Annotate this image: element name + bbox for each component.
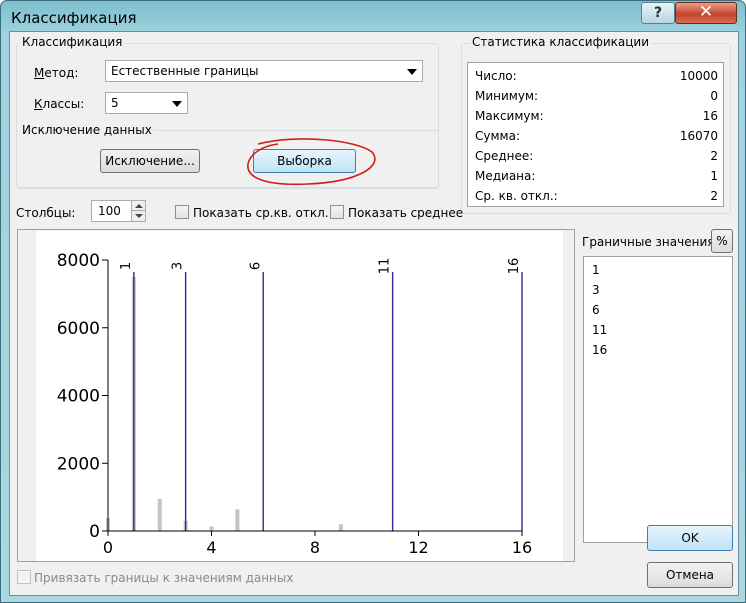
classes-label: Классы: (34, 97, 85, 111)
boundaries-label: Граничные значения (582, 235, 715, 249)
stat-label: Максимум: (475, 109, 544, 123)
x-tick-label: 12 (408, 538, 428, 557)
histogram-panel: 1 3 6 11 16 0 2000 4000 6000 8000 0 4 8 12 16 (17, 229, 575, 562)
boundary-item[interactable]: 3 (592, 283, 600, 297)
y-tick-label: 2000 (57, 454, 100, 474)
break-line-label: 1 (119, 262, 134, 270)
x-tick-label: 4 (206, 538, 216, 557)
percent-button[interactable]: % (711, 229, 733, 253)
stats-box: Число: 10000 Минимум: 0 Максимум: 16 Сумма:… (467, 62, 724, 207)
method-label-text: етод: (44, 66, 79, 80)
exclusion-button[interactable]: Исключение... (100, 149, 200, 173)
classes-value: 5 (111, 96, 119, 110)
stat-label: Сумма: (475, 129, 520, 143)
stat-row: Число: 10000 (475, 69, 718, 89)
stat-row: Сумма: 16070 (475, 129, 718, 149)
classification-group-title: Классификация (20, 35, 125, 49)
plot-background (36, 231, 563, 561)
histogram-chart: 1 3 6 11 16 0 2000 4000 6000 8000 0 4 8 12 16 (36, 231, 563, 561)
stat-row: Ср. кв. откл.: 2 (475, 189, 718, 209)
stat-label: Среднее: (475, 149, 534, 163)
histogram-bar (209, 526, 214, 531)
boundary-item[interactable]: 1 (592, 263, 600, 277)
stat-value: 2 (710, 189, 718, 203)
stat-value: 10000 (679, 69, 718, 83)
show-std-checkbox[interactable] (175, 205, 189, 219)
method-value: Естественные границы (111, 64, 259, 78)
histogram-bar (338, 524, 343, 531)
break-line-label: 11 (378, 258, 393, 275)
show-std-label[interactable]: Показать ср.кв. откл. (193, 206, 329, 220)
dialog-window: Классификация ? ✕ Классификация Метод: Е… (0, 0, 746, 603)
stat-row: Максимум: 16 (475, 109, 718, 129)
stat-value: 16 (702, 109, 718, 123)
dialog-client-area: Классификация Метод: Естественные границ… (9, 31, 739, 596)
x-tick-label: 16 (512, 538, 532, 557)
stat-label: Медиана: (475, 169, 536, 183)
chevron-down-icon (135, 214, 143, 218)
snap-checkbox[interactable] (17, 570, 31, 584)
columns-value: 100 (98, 204, 121, 218)
stat-value: 16070 (679, 129, 718, 143)
chevron-down-icon (172, 101, 182, 107)
histogram-bar (235, 509, 240, 531)
stat-row: Среднее: 2 (475, 149, 718, 169)
red-circle-annotation (247, 138, 376, 186)
boundary-item[interactable]: 6 (592, 303, 600, 317)
chevron-down-icon (407, 69, 417, 75)
y-tick-label: 0 (89, 522, 100, 542)
exclusion-group-title: Исключение данных (20, 123, 154, 137)
stats-group-title: Статистика классификации (470, 35, 652, 49)
spin-down-button[interactable] (131, 211, 145, 221)
window-title: Классификация (11, 9, 137, 27)
snap-label: Привязать границы к значениям данных (34, 571, 294, 585)
ok-button[interactable]: OK (647, 525, 733, 551)
show-mean-label[interactable]: Показать среднее (348, 206, 463, 220)
stat-value: 1 (710, 169, 718, 183)
y-tick-label: 4000 (57, 387, 100, 407)
boundaries-list[interactable]: 1 3 6 11 16 (583, 256, 733, 543)
y-tick-label: 8000 (57, 251, 100, 271)
stat-row: Медиана: 1 (475, 169, 718, 189)
columns-label: Столбцы: (16, 206, 76, 220)
boundary-item[interactable]: 16 (592, 343, 607, 357)
break-line-label: 6 (248, 262, 263, 270)
histogram-bar (157, 498, 162, 531)
stat-label: Минимум: (475, 89, 539, 103)
help-button[interactable]: ? (641, 2, 675, 24)
stat-label: Ср. кв. откл.: (475, 189, 558, 203)
close-button[interactable]: ✕ (675, 2, 737, 24)
classes-label-text: лассы: (42, 97, 85, 111)
break-line-label: 16 (507, 258, 522, 275)
classes-dropdown[interactable]: 5 (105, 92, 188, 114)
x-tick-label: 0 (103, 538, 113, 557)
columns-spinner[interactable]: 100 (91, 200, 146, 222)
stat-value: 2 (710, 149, 718, 163)
stat-row: Минимум: 0 (475, 89, 718, 109)
stat-value: 0 (710, 89, 718, 103)
cancel-button[interactable]: Отмена (647, 562, 733, 588)
x-tick-label: 8 (310, 538, 320, 557)
boundary-item[interactable]: 11 (592, 323, 607, 337)
break-line-label: 3 (171, 262, 186, 270)
method-dropdown[interactable]: Естественные границы (105, 60, 423, 82)
y-tick-label: 6000 (57, 319, 100, 339)
show-mean-checkbox[interactable] (330, 205, 344, 219)
stat-label: Число: (475, 69, 517, 83)
spin-up-button[interactable] (131, 201, 145, 211)
method-label: Метод: (34, 66, 79, 80)
chevron-up-icon (135, 204, 143, 208)
